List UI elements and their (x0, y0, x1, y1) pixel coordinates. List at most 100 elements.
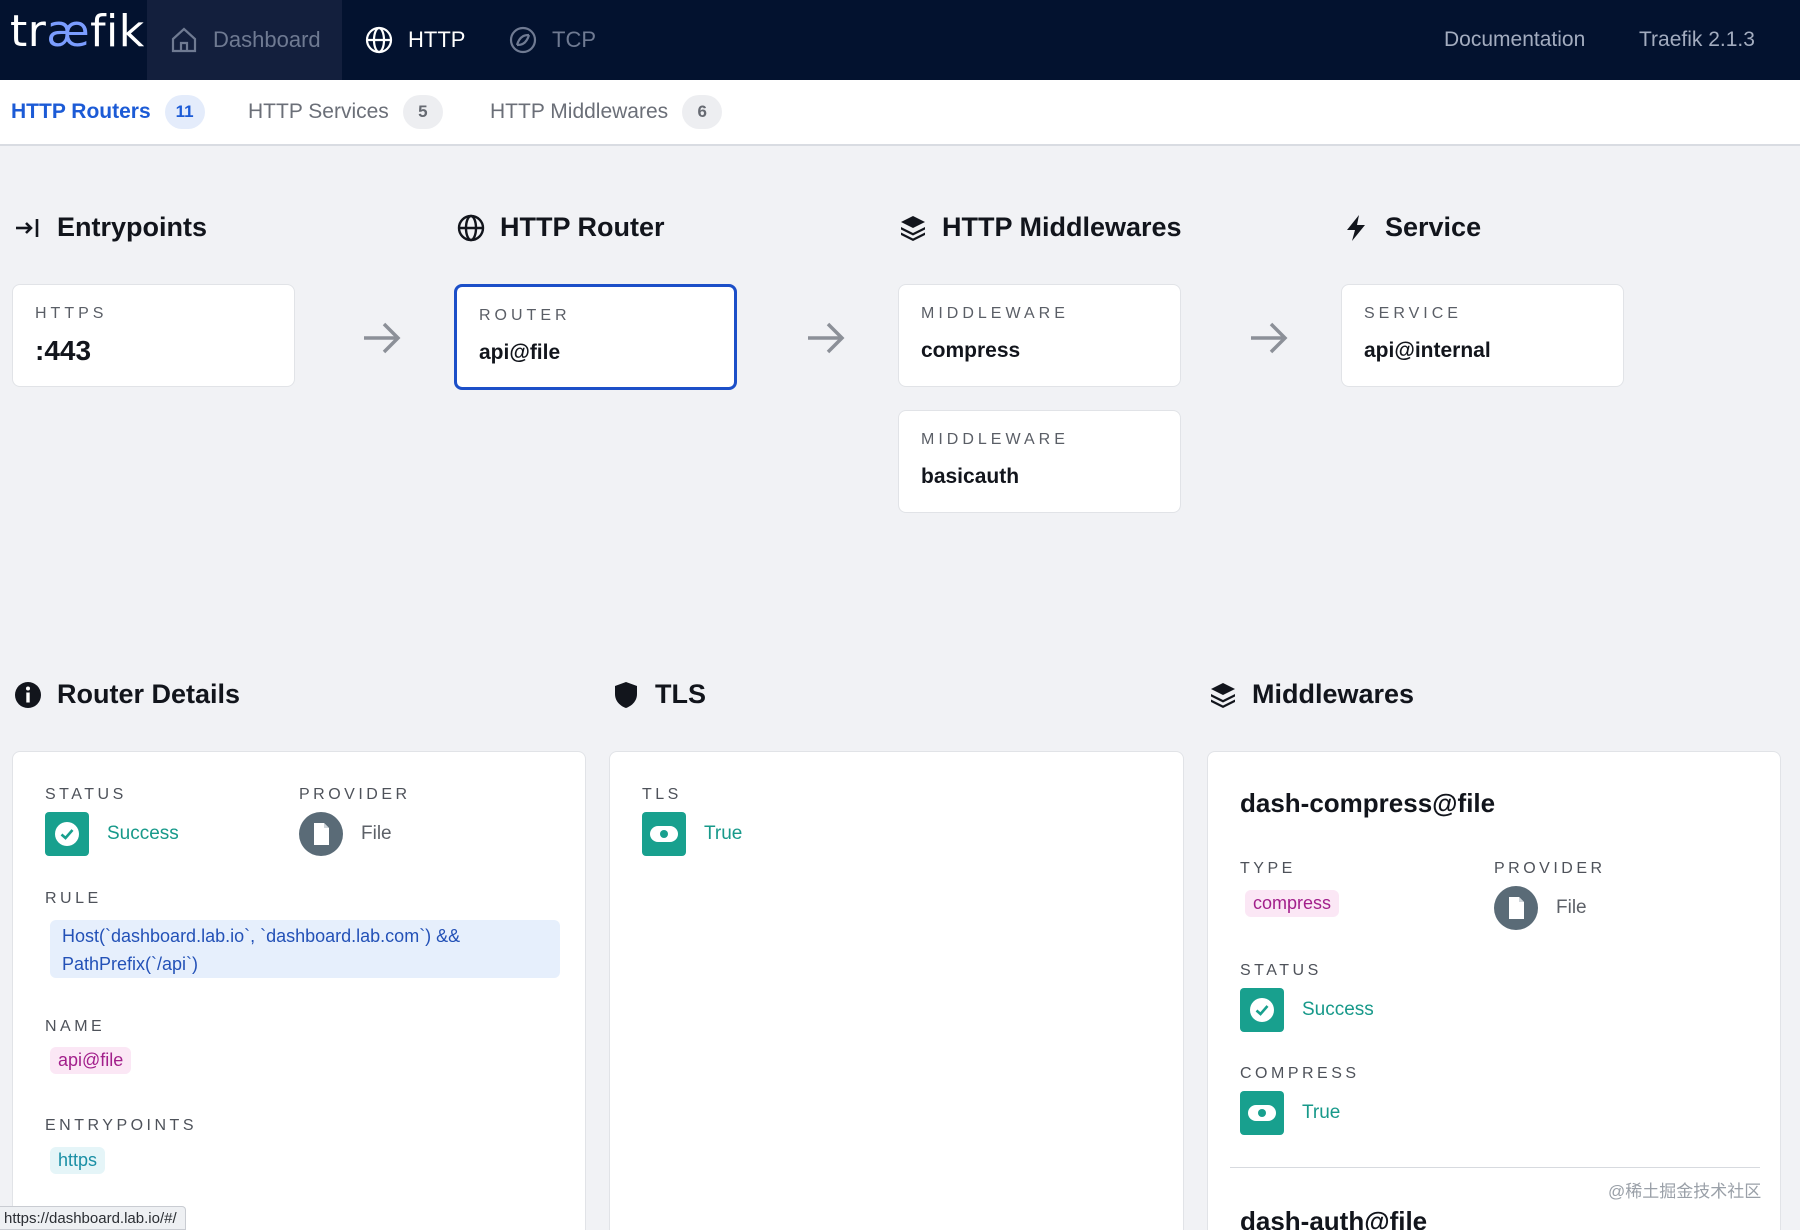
nav-http[interactable]: HTTP (364, 0, 465, 80)
service-card-label: SERVICE (1364, 305, 1462, 322)
tls-value: True (642, 812, 742, 856)
provider-value: File (299, 812, 392, 856)
top-navbar: træfik Dashboard HTTP TCP Documentation … (0, 0, 1800, 80)
traefik-logo[interactable]: træfik (10, 6, 145, 57)
mw-status-value-text: Success (1302, 999, 1374, 1020)
middlewares-panel: dash-compress@file TYPE compress PROVIDE… (1207, 751, 1781, 1230)
rule-value: Host(`dashboard.lab.io`, `dashboard.lab.… (50, 920, 560, 978)
layers-icon (901, 215, 925, 241)
router-card-api-file[interactable]: ROUTER api@file (454, 284, 737, 390)
tab-http-services-count: 5 (402, 95, 443, 129)
rule-label: RULE (45, 890, 102, 907)
tls-value-text: True (704, 823, 743, 844)
entrypoint-card-label: HTTPS (35, 305, 108, 322)
middleware-divider (1230, 1167, 1760, 1168)
tls-panel: TLS True (609, 751, 1184, 1230)
watermark: @稀土掘金技术社区 (1608, 1182, 1762, 1201)
arrow-right-icon (364, 322, 401, 354)
status-label: STATUS (45, 786, 127, 803)
layers-icon (1211, 682, 1235, 708)
rule-line-2: PathPrefix(`/api`) (62, 954, 199, 974)
tls-label: TLS (642, 786, 682, 803)
check-icon (45, 812, 89, 856)
router-details-panel: STATUS Success PROVIDER File RULE Host(`… (12, 751, 586, 1230)
middlewares-panel-title: Middlewares (1208, 679, 1414, 710)
service-card-api-internal[interactable]: SERVICE api@internal (1341, 284, 1624, 387)
arrow-right-icon (808, 322, 845, 354)
tab-http-routers[interactable]: HTTP Routers 11 (11, 80, 205, 144)
browser-status-url: https://dashboard.lab.io/#/ (0, 1206, 186, 1230)
entrypoints-title: Entrypoints (13, 212, 207, 243)
tab-http-routers-count: 11 (164, 95, 205, 129)
toggle-on-icon (642, 812, 686, 856)
compress-value-text: True (1302, 1102, 1341, 1123)
middleware-card-label: MIDDLEWARE (921, 431, 1069, 448)
tab-http-middlewares[interactable]: HTTP Middlewares 6 (490, 80, 723, 144)
mw-status-value: Success (1240, 988, 1374, 1032)
provider-value-text: File (361, 823, 392, 844)
router-details-title: Router Details (13, 679, 240, 710)
nav-http-label: HTTP (408, 27, 466, 52)
middleware-card-label: MIDDLEWARE (921, 305, 1069, 322)
compress-value: True (1240, 1091, 1340, 1135)
mw-provider-label: PROVIDER (1494, 860, 1606, 877)
arrow-right-icon (1251, 322, 1288, 354)
entrypoint-card-https[interactable]: HTTPS :443 (12, 284, 295, 387)
tab-http-services-label: HTTP Services (248, 100, 389, 123)
check-icon (1240, 988, 1284, 1032)
router-card-label: ROUTER (479, 307, 571, 324)
service-card-value: api@internal (1364, 339, 1491, 362)
entrypoints-tag: https (50, 1147, 106, 1174)
service-title-label: Service (1385, 212, 1482, 242)
tab-http-routers-label: HTTP Routers (11, 100, 151, 123)
globe-icon (365, 26, 393, 54)
name-tag: api@file (50, 1047, 132, 1074)
compress-label: COMPRESS (1240, 1065, 1360, 1082)
home-icon (171, 27, 197, 53)
middleware-name: dash-compress@file (1240, 788, 1496, 818)
http-router-title: HTTP Router (456, 212, 665, 243)
provider-label: PROVIDER (299, 786, 411, 803)
router-details-title-label: Router Details (57, 679, 241, 709)
bolt-icon (1347, 214, 1365, 241)
version-label[interactable]: Traefik 2.1.3 (1639, 0, 1755, 80)
info-icon (15, 681, 41, 708)
mw-provider-value-text: File (1556, 897, 1587, 918)
logo-text-prefix: tr (10, 6, 47, 57)
middleware-card-value: compress (921, 339, 1021, 362)
nav-tcp[interactable]: TCP (508, 0, 596, 80)
name-label: NAME (45, 1018, 106, 1035)
logo-text-ae: æ (46, 6, 91, 57)
middleware-card-basicauth[interactable]: MIDDLEWARE basicauth (898, 410, 1181, 513)
tls-title-label: TLS (655, 679, 706, 709)
http-router-title-label: HTTP Router (500, 212, 665, 242)
tcp-icon (509, 26, 537, 54)
mw-provider-value: File (1494, 886, 1587, 930)
tls-title: TLS (611, 679, 706, 710)
mw-status-label: STATUS (1240, 962, 1322, 979)
tab-http-middlewares-count: 6 (682, 95, 723, 129)
tab-http-services[interactable]: HTTP Services 5 (248, 80, 443, 144)
nav-tcp-label: TCP (552, 27, 596, 52)
status-value: Success (45, 812, 179, 856)
logo-text-suffix: fik (90, 6, 145, 57)
nav-dashboard[interactable]: Dashboard (147, 0, 342, 80)
file-icon (1494, 886, 1538, 930)
service-title: Service (1341, 212, 1481, 243)
shield-icon (615, 681, 637, 708)
middleware-card-compress[interactable]: MIDDLEWARE compress (898, 284, 1181, 387)
type-label: TYPE (1240, 860, 1296, 877)
globe-icon (457, 214, 485, 241)
tab-http-middlewares-label: HTTP Middlewares (490, 100, 669, 123)
documentation-link[interactable]: Documentation (1444, 0, 1585, 80)
http-middlewares-title: HTTP Middlewares (898, 212, 1182, 243)
middleware-name: dash-auth@file (1240, 1206, 1428, 1230)
type-tag: compress (1245, 890, 1340, 917)
router-card-value: api@file (479, 341, 561, 364)
sign-in-icon (16, 218, 39, 237)
sub-navbar: HTTP Routers 11 HTTP Services 5 HTTP Mid… (0, 80, 1800, 146)
entrypoint-card-value: :443 (35, 335, 92, 366)
entrypoints-label: ENTRYPOINTS (45, 1117, 197, 1134)
nav-dashboard-label: Dashboard (213, 27, 321, 52)
middlewares-panel-title-label: Middlewares (1252, 679, 1415, 709)
